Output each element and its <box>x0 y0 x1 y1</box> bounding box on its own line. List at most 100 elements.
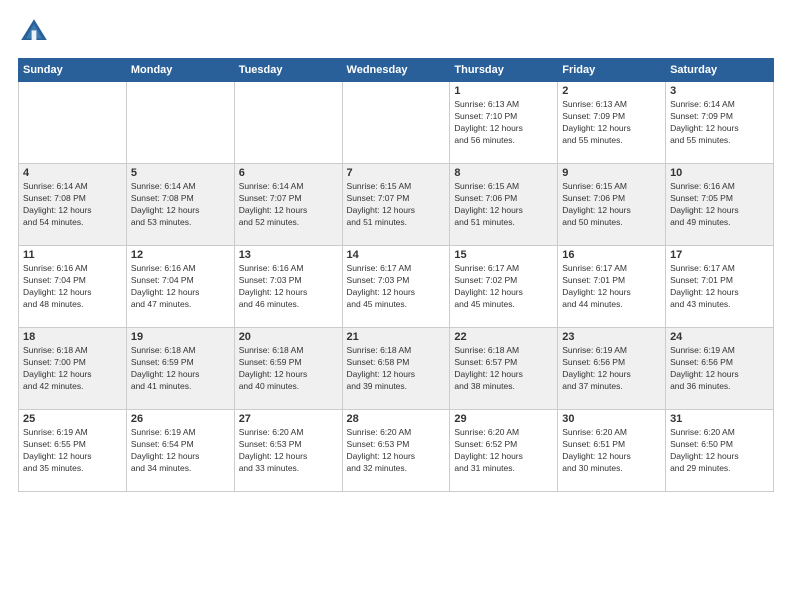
day-info: Sunrise: 6:17 AM Sunset: 7:02 PM Dayligh… <box>454 263 553 311</box>
day-info: Sunrise: 6:17 AM Sunset: 7:01 PM Dayligh… <box>670 263 769 311</box>
calendar-cell: 10 Sunrise: 6:16 AM Sunset: 7:05 PM Dayli… <box>666 164 774 246</box>
calendar-cell: 14 Sunrise: 6:17 AM Sunset: 7:03 PM Dayli… <box>342 246 450 328</box>
weekday-header-thursday: Thursday <box>450 59 558 82</box>
weekday-header-sunday: Sunday <box>19 59 127 82</box>
day-info: Sunrise: 6:16 AM Sunset: 7:03 PM Dayligh… <box>239 263 338 311</box>
day-info: Sunrise: 6:20 AM Sunset: 6:53 PM Dayligh… <box>239 427 338 475</box>
day-number: 5 <box>131 167 230 179</box>
day-number: 17 <box>670 249 769 261</box>
calendar-header: SundayMondayTuesdayWednesdayThursdayFrid… <box>19 59 774 82</box>
day-number: 13 <box>239 249 338 261</box>
day-info: Sunrise: 6:15 AM Sunset: 7:06 PM Dayligh… <box>562 181 661 229</box>
day-number: 25 <box>23 413 122 425</box>
calendar-cell: 23Sunrise: 6:19 AM Sunset: 6:56 PM Dayli… <box>558 328 666 410</box>
day-info: Sunrise: 6:19 AM Sunset: 6:54 PM Dayligh… <box>131 427 230 475</box>
header <box>18 16 774 48</box>
weekday-header-row: SundayMondayTuesdayWednesdayThursdayFrid… <box>19 59 774 82</box>
day-number: 30 <box>562 413 661 425</box>
day-number: 7 <box>347 167 446 179</box>
calendar-cell <box>19 82 127 164</box>
day-number: 18 <box>23 331 122 343</box>
calendar-cell: 22 Sunrise: 6:18 AM Sunset: 6:57 PM Dayli… <box>450 328 558 410</box>
calendar-cell: 1 Sunrise: 6:13 AM Sunset: 7:10 PM Daylig… <box>450 82 558 164</box>
calendar-cell: 12Sunrise: 6:16 AM Sunset: 7:04 PM Dayli… <box>126 246 234 328</box>
day-info: Sunrise: 6:18 AM Sunset: 6:59 PM Dayligh… <box>239 345 338 393</box>
calendar-cell: 4 Sunrise: 6:14 AM Sunset: 7:08 PM Daylig… <box>19 164 127 246</box>
day-info: Sunrise: 6:20 AM Sunset: 6:53 PM Dayligh… <box>347 427 446 475</box>
day-number: 4 <box>23 167 122 179</box>
calendar-cell: 31 Sunrise: 6:20 AM Sunset: 6:50 PM Dayli… <box>666 410 774 492</box>
calendar-cell <box>126 82 234 164</box>
calendar-cell: 25Sunrise: 6:19 AM Sunset: 6:55 PM Dayli… <box>19 410 127 492</box>
calendar-cell <box>342 82 450 164</box>
day-number: 11 <box>23 249 122 261</box>
calendar-cell: 6Sunrise: 6:14 AM Sunset: 7:07 PM Daylig… <box>234 164 342 246</box>
calendar-cell: 24 Sunrise: 6:19 AM Sunset: 6:56 PM Dayli… <box>666 328 774 410</box>
day-info: Sunrise: 6:16 AM Sunset: 7:04 PM Dayligh… <box>23 263 122 311</box>
day-info: Sunrise: 6:19 AM Sunset: 6:56 PM Dayligh… <box>562 345 661 393</box>
calendar-cell: 7 Sunrise: 6:15 AM Sunset: 7:07 PM Daylig… <box>342 164 450 246</box>
day-number: 15 <box>454 249 553 261</box>
calendar-body: 1 Sunrise: 6:13 AM Sunset: 7:10 PM Daylig… <box>19 82 774 492</box>
day-info: Sunrise: 6:18 AM Sunset: 7:00 PM Dayligh… <box>23 345 122 393</box>
day-number: 8 <box>454 167 553 179</box>
calendar-cell: 20 Sunrise: 6:18 AM Sunset: 6:59 PM Dayli… <box>234 328 342 410</box>
day-number: 31 <box>670 413 769 425</box>
day-number: 29 <box>454 413 553 425</box>
calendar-cell: 19Sunrise: 6:18 AM Sunset: 6:59 PM Dayli… <box>126 328 234 410</box>
day-number: 1 <box>454 85 553 97</box>
day-number: 26 <box>131 413 230 425</box>
calendar-cell: 3 Sunrise: 6:14 AM Sunset: 7:09 PM Daylig… <box>666 82 774 164</box>
day-info: Sunrise: 6:13 AM Sunset: 7:09 PM Dayligh… <box>562 99 661 147</box>
day-info: Sunrise: 6:16 AM Sunset: 7:04 PM Dayligh… <box>131 263 230 311</box>
calendar-cell: 18 Sunrise: 6:18 AM Sunset: 7:00 PM Dayli… <box>19 328 127 410</box>
day-info: Sunrise: 6:20 AM Sunset: 6:50 PM Dayligh… <box>670 427 769 475</box>
calendar-cell: 17 Sunrise: 6:17 AM Sunset: 7:01 PM Dayli… <box>666 246 774 328</box>
calendar-cell <box>234 82 342 164</box>
day-number: 3 <box>670 85 769 97</box>
calendar-cell: 5 Sunrise: 6:14 AM Sunset: 7:08 PM Daylig… <box>126 164 234 246</box>
day-number: 16 <box>562 249 661 261</box>
calendar-cell: 21Sunrise: 6:18 AM Sunset: 6:58 PM Dayli… <box>342 328 450 410</box>
weekday-header-friday: Friday <box>558 59 666 82</box>
calendar-cell: 26 Sunrise: 6:19 AM Sunset: 6:54 PM Dayli… <box>126 410 234 492</box>
day-info: Sunrise: 6:20 AM Sunset: 6:51 PM Dayligh… <box>562 427 661 475</box>
calendar-table: SundayMondayTuesdayWednesdayThursdayFrid… <box>18 58 774 492</box>
logo-icon <box>18 16 50 48</box>
day-number: 24 <box>670 331 769 343</box>
weekday-header-monday: Monday <box>126 59 234 82</box>
calendar-cell: 29 Sunrise: 6:20 AM Sunset: 6:52 PM Dayli… <box>450 410 558 492</box>
calendar-cell: 15 Sunrise: 6:17 AM Sunset: 7:02 PM Dayli… <box>450 246 558 328</box>
calendar-cell: 28 Sunrise: 6:20 AM Sunset: 6:53 PM Dayli… <box>342 410 450 492</box>
calendar-cell: 8 Sunrise: 6:15 AM Sunset: 7:06 PM Daylig… <box>450 164 558 246</box>
day-info: Sunrise: 6:15 AM Sunset: 7:07 PM Dayligh… <box>347 181 446 229</box>
day-number: 14 <box>347 249 446 261</box>
calendar-cell: 13 Sunrise: 6:16 AM Sunset: 7:03 PM Dayli… <box>234 246 342 328</box>
day-number: 10 <box>670 167 769 179</box>
calendar-cell: 11 Sunrise: 6:16 AM Sunset: 7:04 PM Dayli… <box>19 246 127 328</box>
day-info: Sunrise: 6:17 AM Sunset: 7:03 PM Dayligh… <box>347 263 446 311</box>
day-info: Sunrise: 6:13 AM Sunset: 7:10 PM Dayligh… <box>454 99 553 147</box>
day-info: Sunrise: 6:14 AM Sunset: 7:08 PM Dayligh… <box>23 181 122 229</box>
day-number: 22 <box>454 331 553 343</box>
day-info: Sunrise: 6:16 AM Sunset: 7:05 PM Dayligh… <box>670 181 769 229</box>
day-info: Sunrise: 6:14 AM Sunset: 7:09 PM Dayligh… <box>670 99 769 147</box>
weekday-header-tuesday: Tuesday <box>234 59 342 82</box>
day-info: Sunrise: 6:18 AM Sunset: 6:57 PM Dayligh… <box>454 345 553 393</box>
day-number: 28 <box>347 413 446 425</box>
calendar-week-5: 25Sunrise: 6:19 AM Sunset: 6:55 PM Dayli… <box>19 410 774 492</box>
calendar-cell: 30 Sunrise: 6:20 AM Sunset: 6:51 PM Dayli… <box>558 410 666 492</box>
day-number: 2 <box>562 85 661 97</box>
calendar-cell: 9 Sunrise: 6:15 AM Sunset: 7:06 PM Daylig… <box>558 164 666 246</box>
day-number: 27 <box>239 413 338 425</box>
day-number: 9 <box>562 167 661 179</box>
day-info: Sunrise: 6:14 AM Sunset: 7:08 PM Dayligh… <box>131 181 230 229</box>
day-info: Sunrise: 6:19 AM Sunset: 6:56 PM Dayligh… <box>670 345 769 393</box>
day-info: Sunrise: 6:20 AM Sunset: 6:52 PM Dayligh… <box>454 427 553 475</box>
day-info: Sunrise: 6:15 AM Sunset: 7:06 PM Dayligh… <box>454 181 553 229</box>
day-number: 6 <box>239 167 338 179</box>
day-number: 20 <box>239 331 338 343</box>
day-info: Sunrise: 6:18 AM Sunset: 6:58 PM Dayligh… <box>347 345 446 393</box>
weekday-header-wednesday: Wednesday <box>342 59 450 82</box>
logo <box>18 16 56 48</box>
